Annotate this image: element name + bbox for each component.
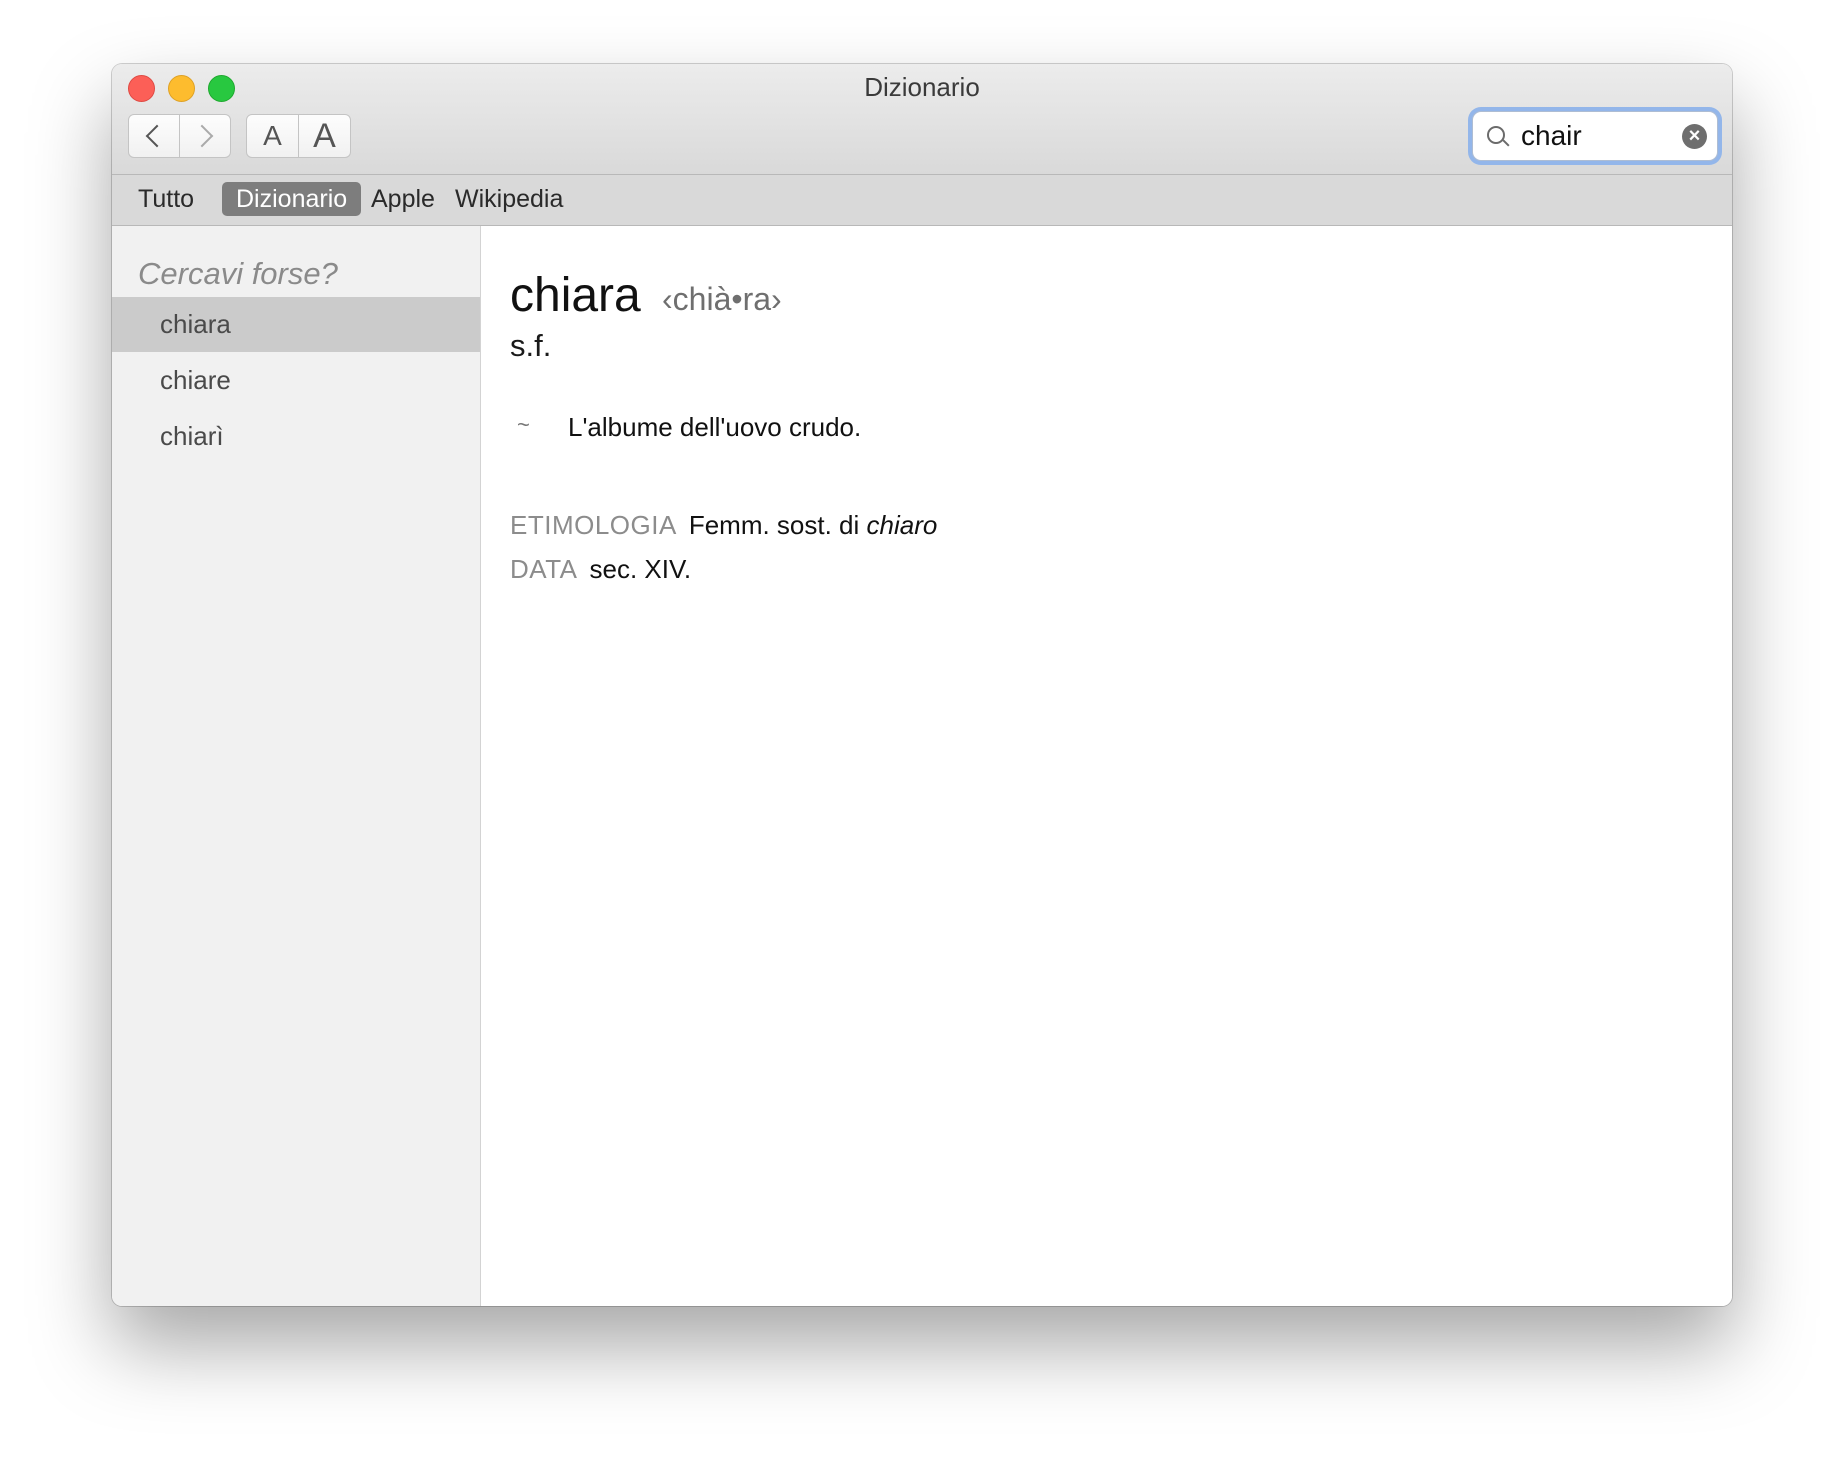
- date-text: sec. XIV.: [589, 554, 692, 584]
- entry-definition: L'albume dell'uovo crudo.: [568, 412, 862, 442]
- entry-headword: chiara: [510, 269, 641, 322]
- scope-apple[interactable]: Apple: [357, 182, 449, 216]
- increase-font-button[interactable]: A: [298, 114, 351, 158]
- back-button[interactable]: [128, 114, 180, 158]
- scope-tutto[interactable]: Tutto: [124, 182, 208, 216]
- etymology-row: ETIMOLOGIA Femm. sost. di chiaro: [510, 510, 937, 541]
- entry-content: chiara ‹chià•ra› s.f. ~ L'albume dell'uo…: [481, 226, 1732, 1306]
- etymology-word: chiaro: [866, 510, 938, 540]
- suggestion-item[interactable]: chiara: [112, 297, 480, 352]
- scope-dizionario[interactable]: Dizionario: [222, 182, 362, 216]
- date-row: DATA sec. XIV.: [510, 554, 691, 585]
- suggestions-sidebar: Cercavi forse? chiara chiare chiarì: [112, 226, 481, 1306]
- date-label: DATA: [510, 554, 578, 584]
- search-field[interactable]: ×: [1472, 111, 1718, 161]
- dictionary-window: Dizionario A A × Tutto Dizionario Apple …: [112, 64, 1732, 1306]
- etymology-text: Femm. sost. di: [688, 510, 867, 540]
- scope-wikipedia[interactable]: Wikipedia: [441, 182, 577, 216]
- definition-bullet: ~: [517, 412, 530, 437]
- suggestion-item[interactable]: chiarì: [112, 409, 480, 464]
- sidebar-heading: Cercavi forse?: [138, 256, 338, 291]
- search-input[interactable]: [1521, 120, 1671, 152]
- chevron-right-icon: [190, 124, 214, 148]
- entry-part-of-speech: s.f.: [510, 328, 552, 363]
- clear-search-button[interactable]: ×: [1682, 124, 1707, 149]
- decrease-font-button[interactable]: A: [246, 114, 299, 158]
- magnifier-icon: [1487, 126, 1505, 144]
- etymology-label: ETIMOLOGIA: [510, 510, 677, 540]
- entry-syllabification: ‹chià•ra›: [662, 281, 782, 317]
- scope-bar: Tutto Dizionario Apple Wikipedia: [112, 175, 1732, 226]
- chevron-left-icon: [145, 124, 169, 148]
- toolbar: Dizionario A A ×: [112, 64, 1732, 175]
- window-title: Dizionario: [864, 72, 980, 102]
- suggestion-item[interactable]: chiare: [112, 353, 480, 408]
- forward-button[interactable]: [179, 114, 231, 158]
